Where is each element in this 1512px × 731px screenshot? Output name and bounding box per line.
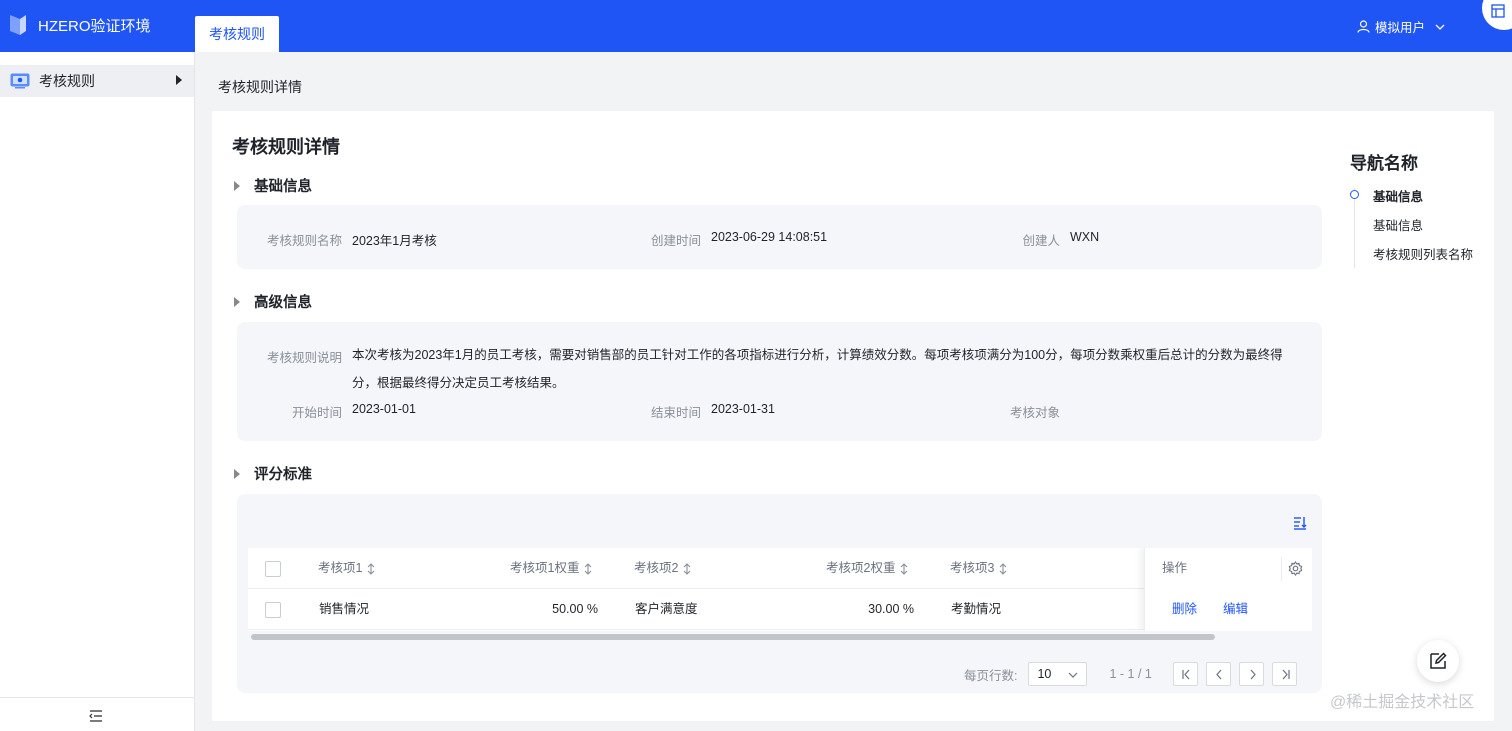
section-basic-header[interactable]: 基础信息 [234,175,312,196]
sort-icon[interactable] [682,562,692,576]
start-time-value: 2023-01-01 [352,402,416,416]
select-all-checkbox[interactable] [265,561,281,577]
last-page-icon [1282,669,1290,680]
sidebar: 考核规则 [0,52,195,731]
created-time-value: 2023-06-29 14:08:51 [711,230,828,244]
layout-switch-button[interactable] [1482,0,1512,30]
sort-icon[interactable] [998,562,1008,576]
horizontal-scrollbar[interactable] [251,634,1215,640]
pagination: 每页行数: 10 1 - 1 / 1 [964,662,1297,686]
page-size-select[interactable]: 10 [1028,662,1088,686]
sort-icon[interactable] [366,562,376,576]
item2-cell: 客户满意度 [635,602,698,616]
section-basic-title: 基础信息 [254,179,312,195]
page-size-label: 每页行数: [964,668,1018,683]
anchor-link-basic[interactable]: 基础信息 [1373,186,1423,205]
last-page-button[interactable] [1271,662,1297,686]
column-header[interactable]: 考核项2权重 [826,548,909,589]
anchor-active-dot [1350,190,1359,199]
action-column: 操作 删除 编辑 [1144,548,1312,631]
first-page-button[interactable] [1172,662,1198,686]
page-info: 1 - 1 / 1 [1109,667,1152,681]
column-divider [1281,556,1282,581]
end-time-label: 结束时间 [650,406,701,420]
rule-desc-value: 本次考核为2023年1月的员工考核，需要对销售部的员工针对工作的各项指标进行分析… [352,348,1283,390]
item1-cell: 销售情况 [319,602,370,616]
detail-card: 考核规则详情 基础信息 考核规则名称 2023年1月考核 创建时间 2023-0… [212,111,1494,721]
start-time-label: 开始时间 [291,406,342,420]
chevron-left-icon [1216,669,1222,680]
section-scoring-title: 评分标准 [254,467,312,483]
user-menu[interactable]: 模拟用户 [1357,17,1446,36]
rule-name-label: 考核规则名称 [266,234,342,248]
next-page-button[interactable] [1238,662,1264,686]
column-header[interactable]: 考核项3 [950,548,1008,589]
chevron-right-icon [1250,669,1256,680]
creator-value: WXN [1070,230,1100,244]
caret-right-icon [176,75,182,85]
chevron-down-icon [1069,672,1078,678]
delete-link[interactable]: 删除 [1172,589,1197,630]
collapse-menu-icon[interactable] [89,710,103,722]
user-name: 模拟用户 [1374,21,1425,35]
expand-icon [234,296,240,307]
layout-icon [1491,4,1505,18]
anchor-link-rule-list[interactable]: 考核规则列表名称 [1373,244,1473,263]
prev-page-button[interactable] [1205,662,1231,686]
monitor-icon [10,73,30,89]
rule-name-value: 2023年1月考核 [352,234,437,248]
user-icon [1357,20,1370,33]
top-bar: HZERO验证环境 考核规则 模拟用户 [0,0,1512,52]
app-title: HZERO验证环境 [38,18,151,35]
weight2-cell: 30.00 % [868,602,914,616]
edit-icon [1430,652,1447,669]
item3-cell: 考勤情况 [951,602,1002,616]
sort-icon[interactable] [899,562,909,576]
expand-icon [234,468,240,479]
tab-assessment-rules[interactable]: 考核规则 [195,16,279,52]
anchor-nav-track [1354,188,1355,268]
scoring-panel: 考核项1 考核项1权重 考核项2 考核项2权重 考核项3 销售情况 50.00 … [237,494,1322,693]
first-page-icon [1182,669,1190,680]
column-header[interactable]: 考核项1 [318,548,376,589]
scoring-table: 考核项1 考核项1权重 考核项2 考核项2权重 考核项3 销售情况 50.00 … [248,548,1312,631]
action-header: 操作 [1162,561,1188,575]
sort-settings-icon[interactable] [1293,516,1307,530]
anchor-link-basic-2[interactable]: 基础信息 [1373,215,1423,234]
section-advanced-title: 高级信息 [254,295,312,311]
sidebar-item-assessment-rules[interactable]: 考核规则 [0,65,194,97]
column-header[interactable]: 考核项2 [634,548,692,589]
row-checkbox[interactable] [265,602,281,618]
sidebar-footer [0,697,194,731]
column-header[interactable]: 考核项1权重 [510,548,593,589]
expand-icon [234,180,240,191]
anchor-nav-title: 导航名称 [1350,154,1418,173]
chevron-down-icon [1435,24,1445,30]
breadcrumb: 考核规则详情 [218,79,302,95]
basic-info-panel: 考核规则名称 2023年1月考核 创建时间 2023-06-29 14:08:5… [237,205,1322,269]
watermark: @稀土掘金技术社区 [1330,694,1475,711]
target-label: 考核对象 [1009,406,1060,420]
floating-edit-button[interactable] [1417,640,1459,682]
rule-desc-label: 考核规则说明 [266,351,342,365]
edit-link[interactable]: 编辑 [1223,589,1248,630]
created-time-label: 创建时间 [650,234,701,248]
sort-icon[interactable] [583,562,593,576]
advanced-info-panel: 考核规则说明 本次考核为2023年1月的员工考核，需要对销售部的员工针对工作的各… [237,322,1322,441]
weight1-cell: 50.00 % [552,602,598,616]
page-title: 考核规则详情 [232,137,340,157]
gear-icon[interactable] [1288,561,1303,576]
sidebar-item-label: 考核规则 [39,73,95,89]
end-time-value: 2023-01-31 [711,402,775,416]
creator-label: 创建人 [1022,234,1060,248]
section-advanced-header[interactable]: 高级信息 [234,291,312,312]
logo-icon [10,15,26,35]
section-scoring-header[interactable]: 评分标准 [234,463,312,484]
